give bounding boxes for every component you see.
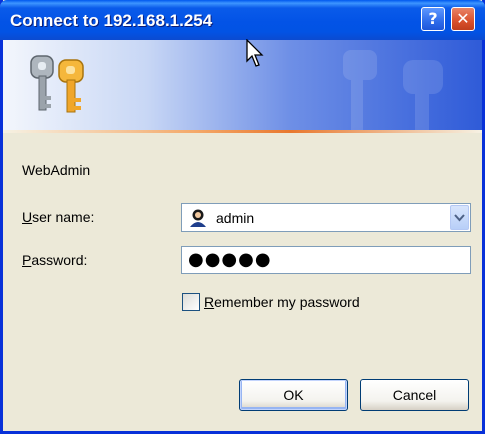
user-name-value: admin [216,210,255,226]
keys-watermark-icon [343,50,443,130]
chevron-down-icon [454,214,465,222]
user-dropdown-button[interactable] [450,205,469,230]
password-value: ●●●●● [188,249,272,270]
password-field[interactable]: ●●●●● [181,246,471,274]
remember-password-label[interactable]: Remember my password [204,294,360,310]
mouse-pointer-icon [246,39,264,67]
login-dialog: Connect to 192.168.1.254 ? ✕ WebAdmin Us… [0,0,485,434]
banner [3,40,482,130]
user-name-label: User name: [22,209,95,225]
title-bar[interactable]: Connect to 192.168.1.254 ? ✕ [0,0,485,40]
realm-label: WebAdmin [22,162,91,178]
window-title: Connect to 192.168.1.254 [10,11,213,30]
close-icon: ✕ [456,9,470,28]
banner-divider [3,130,482,133]
keys-icon [30,55,84,113]
user-icon [190,209,206,227]
user-name-combobox[interactable]: admin [181,203,471,232]
cancel-button[interactable]: Cancel [360,379,469,411]
password-label: Password: [22,252,88,268]
help-icon: ? [428,9,438,28]
help-button[interactable]: ? [421,7,445,31]
ok-button[interactable]: OK [239,379,348,411]
close-button[interactable]: ✕ [451,7,475,31]
remember-password-checkbox[interactable] [182,293,200,311]
